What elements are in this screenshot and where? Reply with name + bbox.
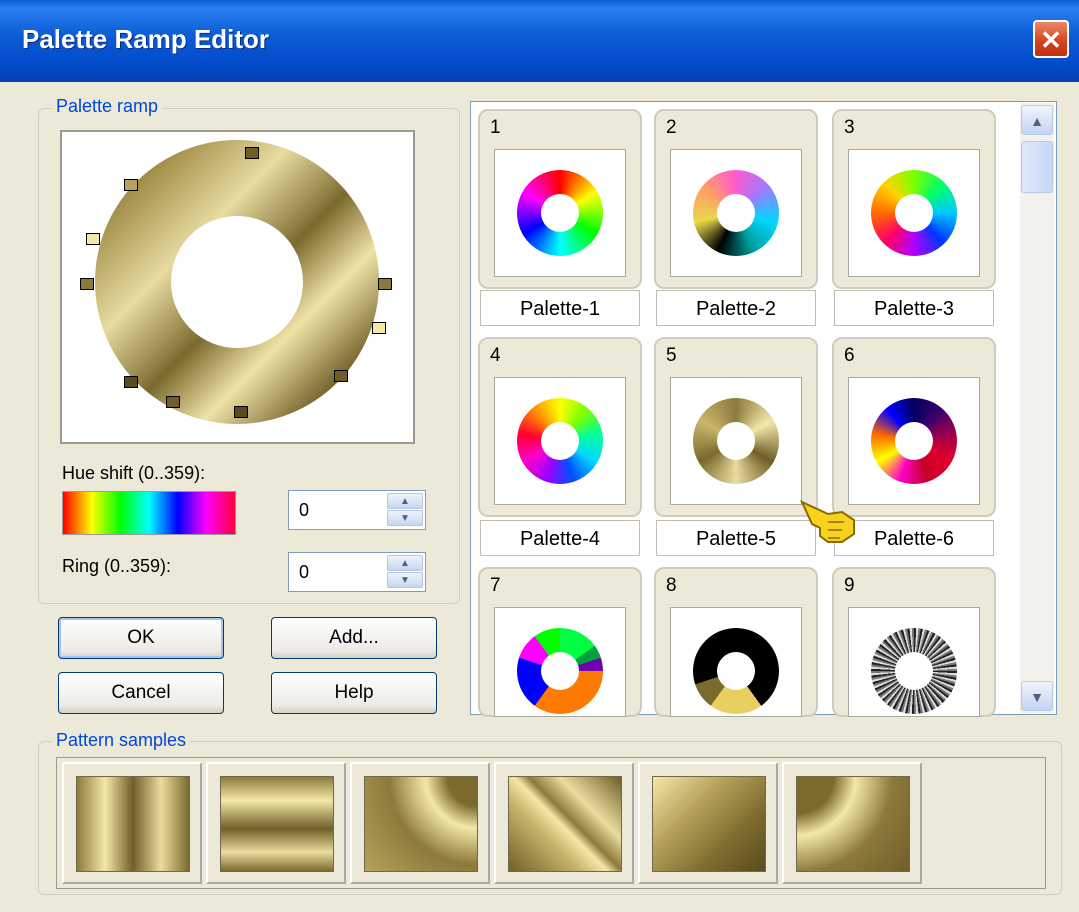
palette-name-field[interactable]: Palette-5 bbox=[656, 520, 816, 556]
palette-color-wheel bbox=[871, 628, 957, 714]
ramp-marker[interactable] bbox=[334, 370, 348, 382]
pattern-sample[interactable] bbox=[206, 762, 346, 884]
pattern-swatch bbox=[364, 776, 478, 872]
pattern-sample[interactable] bbox=[638, 762, 778, 884]
palette-tile[interactable]: 3 bbox=[832, 109, 996, 289]
ring-label: Ring (0..359): bbox=[62, 556, 172, 576]
palette-tile-number: 1 bbox=[490, 117, 501, 138]
palette-name-field[interactable]: Palette-2 bbox=[656, 290, 816, 326]
palette-tile[interactable]: 5 bbox=[654, 337, 818, 517]
palette-thumbnail bbox=[494, 377, 626, 505]
cancel-button[interactable]: Cancel bbox=[58, 672, 224, 714]
palette-tile-number: 8 bbox=[666, 575, 677, 596]
palette-tile-number: 7 bbox=[490, 575, 501, 596]
pattern-swatch bbox=[220, 776, 334, 872]
hue-shift-label: Hue shift (0..359): bbox=[62, 463, 206, 483]
window-title: Palette Ramp Editor bbox=[22, 24, 270, 54]
pattern-sample[interactable] bbox=[350, 762, 490, 884]
scroll-down-icon[interactable]: ▼ bbox=[1021, 681, 1053, 711]
palette-name-field[interactable]: Palette-4 bbox=[480, 520, 640, 556]
palette-tile[interactable]: 7 bbox=[478, 567, 642, 717]
spin-down-icon[interactable]: ▼ bbox=[387, 572, 423, 588]
pattern-sample[interactable] bbox=[494, 762, 634, 884]
palette-tile[interactable]: 4 bbox=[478, 337, 642, 517]
ramp-marker[interactable] bbox=[80, 278, 94, 290]
hue-shift-spinner[interactable]: 0 ▲ ▼ bbox=[288, 490, 426, 530]
palette-thumbnail bbox=[848, 607, 980, 717]
palette-ramp-group-label: Palette ramp bbox=[52, 96, 163, 117]
ramp-marker[interactable] bbox=[372, 322, 386, 334]
palette-name-field[interactable]: Palette-3 bbox=[834, 290, 994, 326]
palette-tile-number: 2 bbox=[666, 117, 677, 138]
palette-color-wheel bbox=[517, 170, 603, 256]
palette-tile[interactable]: 1 bbox=[478, 109, 642, 289]
scroll-up-icon[interactable]: ▲ bbox=[1021, 105, 1053, 135]
palette-thumbnail bbox=[848, 377, 980, 505]
palette-tile-number: 5 bbox=[666, 345, 677, 366]
palette-thumbnail bbox=[494, 607, 626, 717]
palette-tile-number: 9 bbox=[844, 575, 855, 596]
pattern-sample[interactable] bbox=[782, 762, 922, 884]
palette-thumbnail bbox=[670, 149, 802, 277]
ring-arrows: ▲ ▼ bbox=[387, 555, 423, 589]
palette-tile-number: 4 bbox=[490, 345, 501, 366]
palette-color-wheel bbox=[517, 398, 603, 484]
help-button[interactable]: Help bbox=[271, 672, 437, 714]
palette-color-wheel bbox=[693, 628, 779, 714]
pattern-sample[interactable] bbox=[62, 762, 202, 884]
scrollbar-thumb[interactable] bbox=[1021, 141, 1053, 193]
spin-up-icon[interactable]: ▲ bbox=[387, 493, 423, 509]
gallery-scrollbar[interactable]: ▲ ▼ bbox=[1020, 103, 1054, 713]
pattern-swatch bbox=[652, 776, 766, 872]
ramp-marker[interactable] bbox=[124, 376, 138, 388]
pattern-samples-group-label: Pattern samples bbox=[52, 730, 191, 751]
palette-color-wheel bbox=[517, 628, 603, 714]
spin-down-icon[interactable]: ▼ bbox=[387, 510, 423, 526]
ok-button[interactable]: OK bbox=[58, 617, 224, 659]
hue-shift-value[interactable]: 0 bbox=[299, 500, 309, 521]
palette-ramp-preview[interactable] bbox=[60, 130, 415, 444]
close-button[interactable]: ✕ bbox=[1033, 20, 1069, 58]
palette-name-field[interactable]: Palette-1 bbox=[480, 290, 640, 326]
add-button[interactable]: Add... bbox=[271, 617, 437, 659]
palette-tile[interactable]: 9 bbox=[832, 567, 996, 717]
title-bar[interactable]: Palette Ramp Editor ✕ bbox=[0, 0, 1079, 82]
ramp-marker[interactable] bbox=[234, 406, 248, 418]
ramp-ring-svg bbox=[95, 140, 379, 424]
ramp-marker[interactable] bbox=[86, 233, 100, 245]
palette-color-wheel bbox=[871, 398, 957, 484]
ring-spinner[interactable]: 0 ▲ ▼ bbox=[288, 552, 426, 592]
hue-shift-arrows: ▲ ▼ bbox=[387, 493, 423, 527]
ring-value[interactable]: 0 bbox=[299, 562, 309, 583]
palette-thumbnail bbox=[848, 149, 980, 277]
pattern-swatch bbox=[76, 776, 190, 872]
gold-ring bbox=[95, 140, 379, 424]
palette-thumbnail bbox=[670, 377, 802, 505]
palette-tile[interactable]: 8 bbox=[654, 567, 818, 717]
close-icon: ✕ bbox=[1040, 25, 1062, 55]
palette-tile[interactable]: 2 bbox=[654, 109, 818, 289]
spin-up-icon[interactable]: ▲ bbox=[387, 555, 423, 571]
pattern-swatch bbox=[508, 776, 622, 872]
ramp-marker[interactable] bbox=[378, 278, 392, 290]
hue-spectrum-bar bbox=[62, 491, 236, 535]
palette-tile-number: 6 bbox=[844, 345, 855, 366]
palette-tile-number: 3 bbox=[844, 117, 855, 138]
palette-color-wheel bbox=[693, 398, 779, 484]
pattern-swatch bbox=[796, 776, 910, 872]
palette-thumbnail bbox=[494, 149, 626, 277]
ramp-marker[interactable] bbox=[245, 147, 259, 159]
ramp-marker[interactable] bbox=[166, 396, 180, 408]
palette-color-wheel bbox=[871, 170, 957, 256]
palette-color-wheel bbox=[693, 170, 779, 256]
ramp-marker[interactable] bbox=[124, 179, 138, 191]
palette-ramp-editor-window: Palette Ramp Editor ✕ Palette ramp Hue s… bbox=[0, 0, 1079, 912]
palette-thumbnail bbox=[670, 607, 802, 717]
hand-pointer-cursor-icon bbox=[799, 499, 855, 543]
